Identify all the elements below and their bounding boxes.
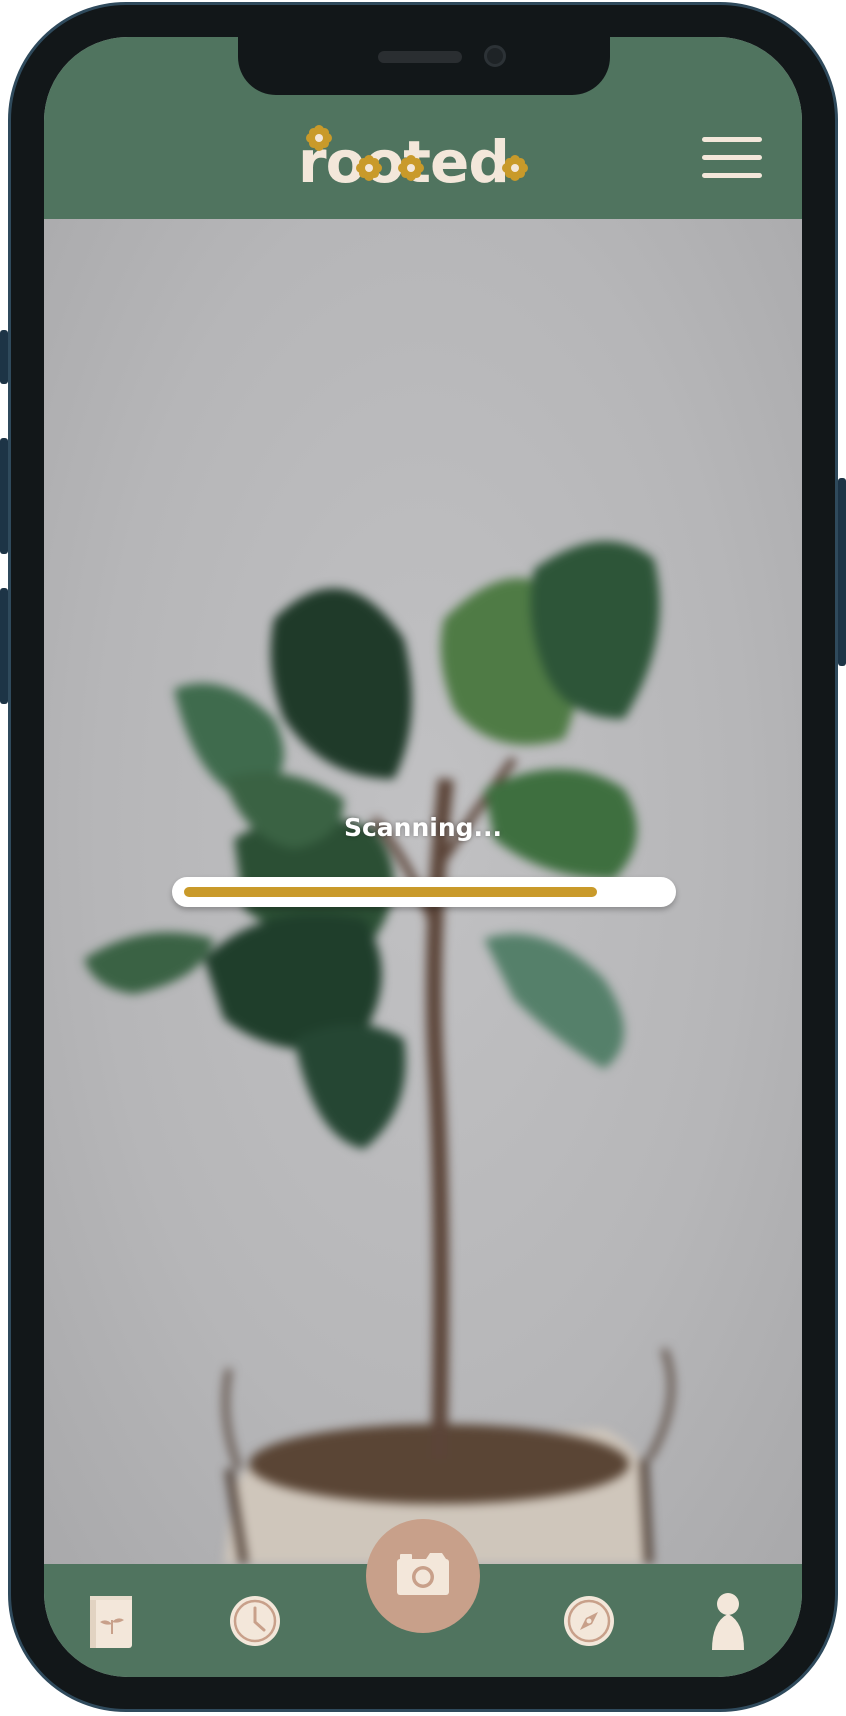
compass-icon [564,1596,614,1646]
plant-book-icon [90,1596,132,1648]
camera-capture-button[interactable] [366,1519,480,1633]
device-notch [238,37,610,95]
nav-explore[interactable] [562,1594,616,1648]
front-camera [484,45,506,67]
app-logo: rooted [294,125,554,199]
camera-icon [397,1553,449,1595]
volume-down-button [0,588,8,704]
clock-icon [230,1596,280,1646]
flower-icon [502,155,528,181]
scanning-status: Scanning... [343,813,503,842]
flower-icon [306,125,332,151]
silent-switch [0,330,8,384]
hamburger-menu-icon[interactable] [700,137,764,183]
app-screen: rooted [44,37,802,1677]
app-header: rooted [44,37,802,219]
flower-icon [398,155,424,181]
power-button [838,478,846,666]
volume-up-button [0,438,8,554]
nav-profile[interactable] [708,1592,748,1650]
nav-history[interactable] [228,1594,282,1648]
person-icon [712,1593,744,1650]
scan-progress-fill [184,887,597,897]
flower-icon [356,155,382,181]
nav-plant-journal[interactable] [88,1594,134,1650]
camera-viewfinder: Scanning... [44,219,802,1564]
speaker-grille [378,51,462,63]
scan-progress-bar [172,877,676,907]
